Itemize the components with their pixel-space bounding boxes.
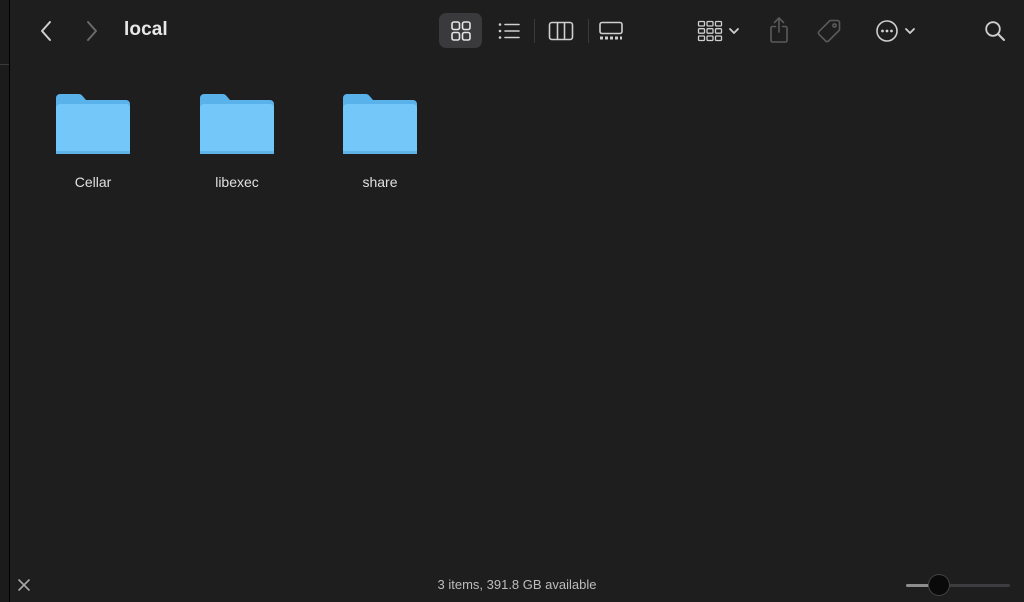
gallery-view-button[interactable] bbox=[592, 13, 630, 48]
chevron-right-icon bbox=[87, 21, 97, 41]
folder-item[interactable]: Cellar bbox=[38, 62, 148, 190]
tag-button[interactable] bbox=[812, 13, 846, 48]
file-grid: Cellar libexec share bbox=[10, 62, 1024, 570]
sidebar-edge bbox=[0, 0, 10, 602]
chevron-down-icon bbox=[904, 27, 915, 34]
list-view-button[interactable] bbox=[491, 13, 527, 48]
group-button[interactable] bbox=[692, 13, 744, 48]
finder-window: local Cellar libexec share 3 items, 391.… bbox=[0, 0, 1024, 602]
folder-icon bbox=[56, 94, 130, 154]
icon-size-slider[interactable] bbox=[906, 575, 1010, 595]
columns-icon bbox=[548, 21, 574, 40]
list-icon bbox=[498, 22, 520, 39]
more-actions-button[interactable] bbox=[870, 13, 920, 48]
chevron-left-icon bbox=[41, 21, 51, 41]
share-icon bbox=[770, 17, 788, 43]
folder-icon bbox=[200, 94, 274, 154]
folder-label: Cellar bbox=[74, 174, 112, 190]
folder-label: share bbox=[362, 174, 398, 190]
status-text: 3 items, 391.8 GB available bbox=[437, 577, 597, 592]
icon-view-button[interactable] bbox=[439, 13, 482, 48]
ellipsis-circle-icon bbox=[875, 19, 898, 42]
gallery-icon bbox=[599, 21, 623, 39]
status-bar: 3 items, 391.8 GB available bbox=[10, 570, 1024, 602]
slider-thumb[interactable] bbox=[928, 575, 949, 595]
share-button[interactable] bbox=[764, 12, 794, 48]
sidebar-divider bbox=[0, 64, 9, 65]
folder-item[interactable]: libexec bbox=[182, 62, 292, 190]
folder-icon bbox=[343, 94, 417, 154]
window-title: local bbox=[124, 19, 168, 40]
grid-icon bbox=[450, 20, 471, 41]
folder-item[interactable]: share bbox=[325, 62, 435, 190]
tag-icon bbox=[817, 19, 841, 42]
back-button[interactable] bbox=[34, 16, 58, 46]
chevron-down-icon bbox=[728, 27, 739, 34]
search-button[interactable] bbox=[980, 14, 1010, 48]
group-icon bbox=[697, 20, 722, 41]
toolbar: local bbox=[10, 0, 1024, 62]
forward-button[interactable] bbox=[80, 16, 104, 46]
magnifier-icon bbox=[985, 21, 1005, 41]
column-view-button[interactable] bbox=[541, 13, 581, 48]
toolbar-separator bbox=[588, 19, 589, 43]
folder-label: libexec bbox=[215, 174, 259, 190]
toolbar-separator bbox=[534, 19, 535, 43]
